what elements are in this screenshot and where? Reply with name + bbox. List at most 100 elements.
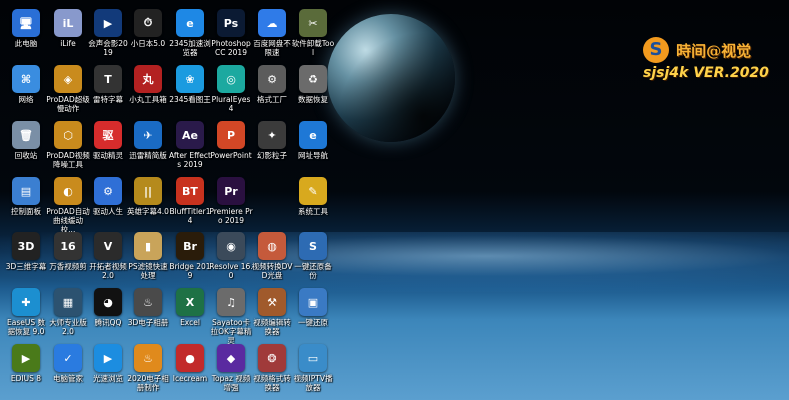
desktop-icon[interactable]: 16 万香视频剪 xyxy=(46,229,90,289)
desktop-icon[interactable]: ◆ Topaz 视频增强 xyxy=(209,341,253,400)
desktop-icon[interactable]: BT BluffTitler14 xyxy=(168,174,212,234)
desktop-icon-label: PluralEyes 4 xyxy=(211,95,251,113)
desktop-icon[interactable]: ◕ 腾讯QQ xyxy=(86,285,130,345)
network-icon: ⌘ xyxy=(12,65,40,93)
desktop-icon[interactable]: ❂ 视频格式转换器 xyxy=(250,341,294,400)
desktop-icon[interactable]: e 网址导航 xyxy=(291,118,335,178)
desktop-icon[interactable]: ✚ EaseUS 数据恢复 9.0 xyxy=(4,285,48,345)
desktop-icon[interactable]: ◐ ProDAD自动曲线缓动校... xyxy=(46,174,90,234)
desktop-icon[interactable]: ⬡ ProDAD视频降噪工具 xyxy=(46,118,90,178)
browser-2345-icon: e xyxy=(176,9,204,37)
desktop-icon[interactable]: ◈ ProDAD超级慢动作 xyxy=(46,62,90,122)
image-viewer-2345-icon: ❀ xyxy=(176,65,204,93)
hero-subtitle-icon: || xyxy=(134,177,162,205)
desktop-icon[interactable]: e 2345加速浏览器 xyxy=(168,6,212,66)
sayatoo-icon: ♫ xyxy=(217,288,245,316)
desktop-icon-label: 幻影粒子 xyxy=(257,151,287,160)
desktop-icon-label: 小日本5.0 xyxy=(130,39,166,48)
desktop-icon[interactable]: ❀ 2345看图王 xyxy=(168,62,212,122)
desktop-icon[interactable]: ✈ 迅雷精简版 xyxy=(126,118,170,178)
desktop-icon-label: 视频编辑转换器 xyxy=(253,318,291,336)
desktop-icon[interactable]: ⚒ 视频编辑转换器 xyxy=(250,285,294,345)
desktop-icon[interactable]: iL iLife xyxy=(46,6,90,66)
desktop-icon[interactable]: || 英雄字幕4.0 xyxy=(126,174,170,234)
desktop-icon[interactable]: S 一键还原备份 xyxy=(291,229,335,289)
desktop-icon[interactable]: ♨ 3D电子相册 xyxy=(126,285,170,345)
desktop-icon[interactable]: ✎ 系统工具 xyxy=(291,174,335,234)
desktop-icon[interactable]: P PowerPoint xyxy=(209,118,253,178)
web-navigation-icon: e xyxy=(299,121,327,149)
desktop-icon-label: 此电脑 xyxy=(14,39,38,48)
desktop-icon-label: 雷特字幕 xyxy=(93,95,123,104)
desktop-icon[interactable]: ⌘ 网络 xyxy=(4,62,48,122)
desktop-icon xyxy=(250,174,294,234)
desktop-icon-label: 2020电子相册制作 xyxy=(127,374,169,392)
desktop-icon-label: EDIUS 8 xyxy=(10,374,42,383)
3d-subtitle-icon: 3D xyxy=(12,232,40,260)
desktop-icon-label: 百度网盘不限速 xyxy=(253,39,291,57)
desktop-icon[interactable]: 丸小丸工具箱 xyxy=(126,62,170,122)
desktop-icon[interactable]: ☁ 百度网盘不限速 xyxy=(250,6,294,66)
desktop-icon-label: 系统工具 xyxy=(298,207,328,216)
desktop-icon-label: 2345看图王 xyxy=(169,95,211,104)
desktop-icon-label: Bridge 2019 xyxy=(169,262,211,280)
desktop-icon[interactable]: 🖥 此电脑 xyxy=(4,6,48,66)
watermark-title: 時间@视觉 xyxy=(676,41,752,60)
desktop-icon[interactable]: 🗑 回收站 xyxy=(4,118,48,178)
desktop-icon[interactable]: ◉ Resolve 16.0 xyxy=(209,229,253,289)
blank-slot-icon xyxy=(258,177,286,205)
desktop-icon[interactable]: ♫ Sayatoo卡拉OK字幕精灵 xyxy=(209,285,253,345)
desktop-icon[interactable]: V 开拓者视频2.0 xyxy=(86,229,130,289)
desktop-icon[interactable]: Br Bridge 2019 xyxy=(168,229,212,289)
desktop-icon[interactable]: ⏱ 小日本5.0 xyxy=(126,6,170,66)
desktop-icon[interactable]: X Excel xyxy=(168,285,212,345)
desktop-icon[interactable]: ▶ EDIUS 8 xyxy=(4,341,48,400)
desktop-icon[interactable]: ⚙ 驱动人生 xyxy=(86,174,130,234)
desktop-icon[interactable]: Pr Premiere Pro 2019 xyxy=(209,174,253,234)
desktop-icon[interactable]: ▤ 控制面板 xyxy=(4,174,48,234)
xiaowan-toolbox-icon: 丸 xyxy=(134,65,162,93)
desktop-icon-label: 2345加速浏览器 xyxy=(169,39,211,57)
format-converter-icon: ❂ xyxy=(258,344,286,372)
desktop-icon-label: 英雄字幕4.0 xyxy=(127,207,169,216)
prodad-slowmo-icon: ◈ xyxy=(54,65,82,93)
desktop-icon[interactable]: ♨ 2020电子相册制作 xyxy=(126,341,170,400)
desktop-icon[interactable]: Ps Photoshop CC 2019 xyxy=(209,6,253,66)
desktop-icon[interactable]: ◍ 视频转换DVD光盘 xyxy=(250,229,294,289)
topaz-icon: ◆ xyxy=(217,344,245,372)
xunlei-icon: ✈ xyxy=(134,121,162,149)
desktop-icon[interactable]: ♻ 数据恢复 xyxy=(291,62,335,122)
desktop-icon[interactable]: ● Icecream xyxy=(168,341,212,400)
desktop-icon[interactable]: T 雷特字幕 xyxy=(86,62,130,122)
desktop-icon-label: 数据恢复 xyxy=(298,95,328,104)
desktop-icon[interactable]: Ae After Effects 2019 xyxy=(168,118,212,178)
desktop: 🖥 此电脑 iL iLife ▶ 会声会影2019 ⏱ 小日本5.0 e 2345加速浏览器 Ps P… xyxy=(0,0,789,400)
desktop-icon-label: Resolve 16.0 xyxy=(209,262,253,280)
desktop-icon[interactable]: ▦ 大师专业版2.0 xyxy=(46,285,90,345)
desktop-icon[interactable]: ▣ 一键还原 xyxy=(291,285,335,345)
powerpoint-icon: P xyxy=(217,121,245,149)
desktop-icon[interactable]: ✓ 电脑管家 xyxy=(46,341,90,400)
desktop-icon[interactable]: ▭ 视频IPTV播放器 xyxy=(291,341,335,400)
desktop-icon[interactable]: ✂ 软件卸载Tool xyxy=(291,6,335,66)
desktop-icon-label: 会声会影2019 xyxy=(88,39,128,57)
desktop-icon-label: 万香视频剪 xyxy=(49,262,87,271)
videostudio-icon: ▶ xyxy=(94,9,122,37)
desktop-icon[interactable]: ✦ 幻影粒子 xyxy=(250,118,294,178)
uninstall-tool-icon: ✂ xyxy=(299,9,327,37)
desktop-icon-label: 回收站 xyxy=(14,151,38,160)
video-pioneer-icon: V xyxy=(94,232,122,260)
desktop-icon[interactable]: ▶ 光速浏览 xyxy=(86,341,130,400)
this-pc-icon: 🖥 xyxy=(12,9,40,37)
desktop-icon-label: 格式工厂 xyxy=(257,95,287,104)
excel-icon: X xyxy=(176,288,204,316)
desktop-icon[interactable]: ⚙ 格式工厂 xyxy=(250,62,294,122)
desktop-icon[interactable]: 驱驱动精灵 xyxy=(86,118,130,178)
desktop-icon[interactable]: ▮ PS滤镜快速处理 xyxy=(126,229,170,289)
system-tools-icon: ✎ xyxy=(299,177,327,205)
desktop-icon[interactable]: ▶ 会声会影2019 xyxy=(86,6,130,66)
davinci-resolve-icon: ◉ xyxy=(217,232,245,260)
desktop-icon-label: PS滤镜快速处理 xyxy=(128,262,168,280)
desktop-icon[interactable]: ◎ PluralEyes 4 xyxy=(209,62,253,122)
desktop-icon[interactable]: 3D 3D三维字幕 xyxy=(4,229,48,289)
